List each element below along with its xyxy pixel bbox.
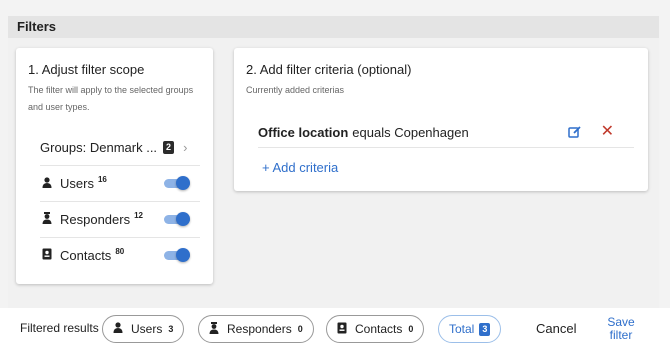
- filter-criteria-card: 2. Add filter criteria (optional) Curren…: [234, 48, 648, 191]
- type-row-contacts: Contacts 80: [40, 237, 200, 273]
- criteria-field: Office location: [258, 125, 349, 140]
- add-criteria-button[interactable]: + Add criteria: [262, 160, 338, 175]
- filter-scope-card: 1. Adjust filter scope The filter will a…: [16, 48, 213, 284]
- result-chip-contacts[interactable]: Contacts 0: [326, 315, 425, 343]
- criteria-condition: equals Copenhagen: [352, 125, 469, 140]
- chip-count-users: 3: [168, 324, 174, 334]
- filtered-results-label: Filtered results: [20, 321, 99, 335]
- footer-bar: Filtered results Users 3 Responders 0 Co…: [0, 308, 670, 362]
- result-chip-responders[interactable]: Responders 0: [198, 315, 314, 343]
- chip-label-contacts: Contacts: [355, 322, 403, 336]
- chip-label-users: Users: [131, 322, 163, 336]
- responders-toggle[interactable]: [164, 212, 190, 226]
- chip-count-contacts: 0: [408, 324, 414, 334]
- delete-icon[interactable]: ✕: [601, 123, 614, 141]
- responder-icon: [40, 212, 54, 227]
- chip-label-total: Total: [449, 322, 475, 336]
- type-count-contacts: 80: [115, 247, 125, 256]
- person-icon: [113, 322, 123, 336]
- type-label-users: Users: [60, 176, 94, 191]
- chip-label-responders: Responders: [227, 322, 292, 336]
- result-chip-total[interactable]: Total 3: [438, 315, 502, 343]
- filter-scope-title: 1. Adjust filter scope: [28, 62, 145, 77]
- users-toggle[interactable]: [164, 176, 190, 190]
- filters-header: Filters: [8, 16, 659, 38]
- contact-card-icon: [40, 248, 54, 263]
- groups-count-badge: 2: [163, 140, 175, 154]
- type-label-contacts: Contacts: [60, 248, 112, 263]
- filter-dialog: Filters 1. Adjust filter scope The filte…: [0, 0, 670, 362]
- chip-count-responders: 0: [297, 324, 303, 334]
- type-count-users: 16: [97, 175, 107, 184]
- top-strip: [0, 0, 670, 16]
- edit-icon[interactable]: [568, 125, 584, 141]
- person-icon: [40, 176, 54, 191]
- criteria-row: Office location equals Copenhagen ✕: [258, 118, 634, 148]
- type-row-users: Users 16: [40, 165, 200, 201]
- cancel-button[interactable]: Cancel: [536, 321, 576, 336]
- filter-criteria-subtitle: Currently added criterias: [246, 85, 345, 95]
- responder-icon: [209, 321, 219, 337]
- save-filter-button[interactable]: Save filter: [604, 316, 638, 342]
- filters-panel: 1. Adjust filter scope The filter will a…: [8, 38, 659, 308]
- type-row-responders: Responders 12: [40, 201, 200, 237]
- result-chip-users[interactable]: Users 3: [102, 315, 185, 343]
- groups-selector[interactable]: Groups: Denmark ... 2 ›: [40, 134, 202, 160]
- filter-scope-description: The filter will apply to the selected gr…: [28, 85, 194, 112]
- contact-card-icon: [337, 322, 347, 337]
- groups-label: Groups: Denmark ...: [40, 139, 158, 155]
- type-count-responders: 12: [134, 211, 144, 220]
- total-count-badge: 3: [479, 322, 491, 336]
- chevron-right-icon: ›: [183, 139, 188, 155]
- contacts-toggle[interactable]: [164, 248, 190, 262]
- type-label-responders: Responders: [60, 212, 131, 227]
- filter-criteria-title: 2. Add filter criteria (optional): [246, 62, 412, 77]
